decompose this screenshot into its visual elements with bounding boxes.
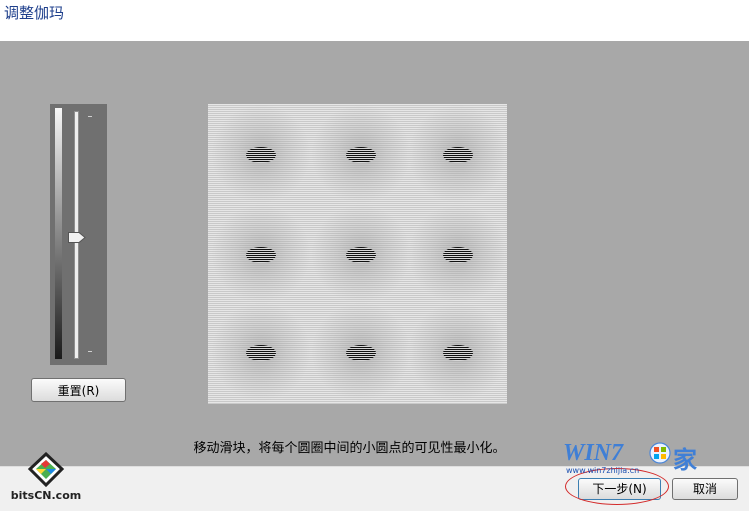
windows-flag-icon [649,442,671,464]
slider-tick-bottom [88,351,92,352]
pattern-dot [346,345,376,361]
pattern-dot [346,147,376,163]
win7-logo-word: WIN7 [563,440,624,466]
win7-logo-url: www.win7zhijia.cn [566,466,640,475]
bitscn-logo-text: bitsCN.com [10,489,82,502]
pattern-dot [246,345,276,361]
cancel-button[interactable]: 取消 [672,478,738,500]
gamma-slider[interactable] [50,104,107,365]
bitscn-logo: bitsCN.com [5,451,87,504]
win7-logo: WIN7 家 www.win7zhijia.cn [563,440,713,476]
pattern-dot [443,345,473,361]
page-title: 调整伽玛 [4,4,65,22]
bitscn-logo-icon [27,451,65,488]
pattern-dot [346,247,376,263]
pattern-dot [443,247,473,263]
slider-thumb[interactable] [68,232,86,243]
slider-tick-top [88,116,92,117]
gamma-panel: 重置(R) 移动滑块，将每个圆圈中间的小圆点的可见性最小化。 [0,41,749,466]
gamma-gradient-bar [55,108,62,359]
pattern-dot [246,147,276,163]
pattern-dot [246,247,276,263]
gamma-test-pattern [208,104,508,404]
reset-button[interactable]: 重置(R) [31,378,126,402]
pattern-dot [443,147,473,163]
win7-logo-char: 家 [673,446,697,474]
